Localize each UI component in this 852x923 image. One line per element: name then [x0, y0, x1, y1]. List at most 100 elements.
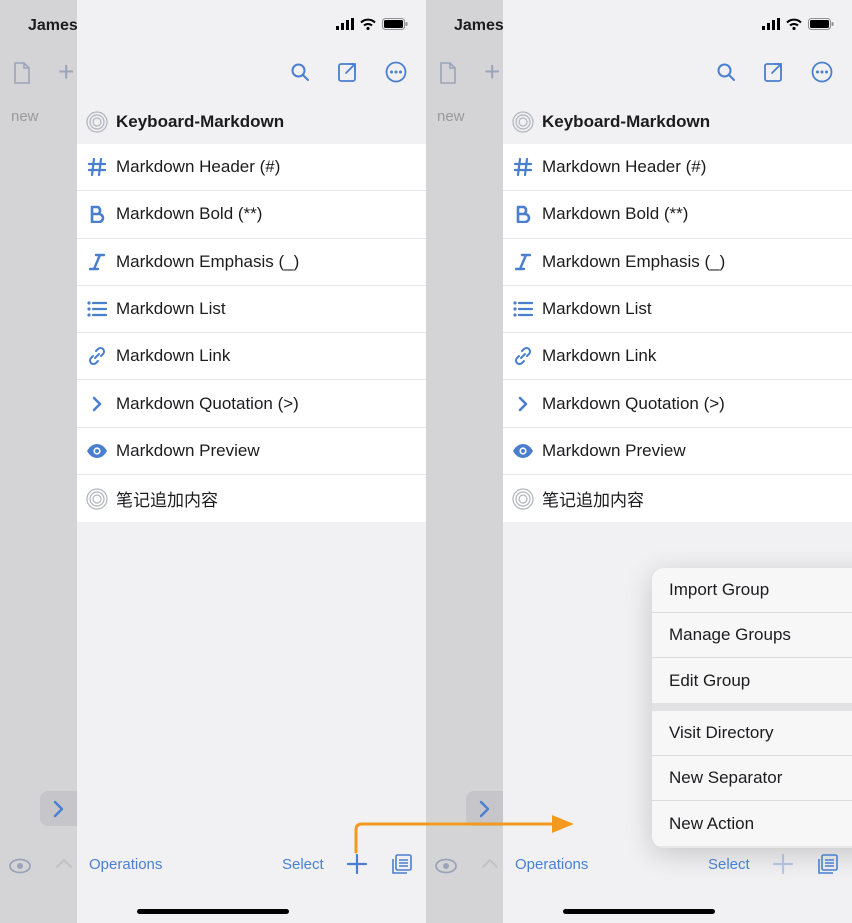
operations-button[interactable]: Operations [89, 856, 162, 873]
search-icon [717, 63, 735, 81]
menu-group-create: Visit Directory New Separator New Action [652, 711, 852, 846]
group-header[interactable]: Keyboard-Markdown [77, 100, 426, 144]
share-button[interactable] [762, 60, 786, 84]
menu-item-import-group[interactable]: Import Group [652, 568, 852, 613]
link-icon [86, 345, 108, 367]
expand-chevron-button[interactable] [466, 791, 503, 826]
action-row-link[interactable]: Markdown Link [503, 333, 852, 381]
action-row-list[interactable]: Markdown List [77, 286, 426, 334]
menu-item-visit-directory[interactable]: Visit Directory [652, 711, 852, 756]
action-row-quotation[interactable]: Markdown Quotation (>) [77, 380, 426, 428]
action-label: Markdown Header (#) [542, 157, 707, 177]
action-row-header[interactable]: Markdown Header (#) [503, 144, 852, 192]
group-title: Keyboard-Markdown [542, 112, 711, 131]
action-row-bold[interactable]: Markdown Bold (**) [77, 191, 426, 239]
caret-up-icon[interactable] [481, 856, 499, 870]
action-list: Markdown Header (#) Markdown Bold (**) M… [77, 144, 426, 523]
action-row-list[interactable]: Markdown List [503, 286, 852, 334]
caret-up-icon[interactable] [55, 856, 73, 870]
menu-item-edit-group[interactable]: Edit Group [652, 658, 852, 703]
action-label: Markdown Quotation (>) [116, 393, 299, 413]
action-row-preview[interactable]: Markdown Preview [77, 428, 426, 476]
list-icon [86, 298, 108, 320]
back-plus-icon[interactable]: + [484, 58, 500, 86]
battery-icon [382, 18, 408, 30]
previous-screen-strip: James + new [0, 0, 78, 923]
italic-icon [86, 251, 108, 273]
home-indicator[interactable] [137, 909, 289, 914]
search-button[interactable] [714, 60, 738, 84]
action-row-append-note[interactable]: 笔记追加内容 [503, 475, 852, 522]
action-row-link[interactable]: Markdown Link [77, 333, 426, 381]
select-button[interactable]: Select [282, 856, 324, 873]
more-button[interactable] [384, 60, 408, 84]
top-toolbar [288, 60, 408, 84]
add-context-menu: Import Group Manage Groups Edit Group Vi… [652, 568, 852, 848]
menu-item-label: Manage Groups [669, 625, 791, 644]
action-label: 笔记追加内容 [542, 491, 644, 511]
list-view-icon[interactable] [392, 854, 412, 874]
chevron-right-icon [86, 393, 108, 415]
document-icon[interactable] [13, 62, 31, 84]
action-label: Markdown Quotation (>) [542, 393, 725, 413]
search-icon [291, 63, 309, 81]
export-icon [338, 63, 356, 82]
document-icon[interactable] [439, 62, 457, 84]
list-view-icon[interactable] [818, 854, 838, 874]
back-new-label: new [437, 108, 465, 125]
action-label: Markdown List [542, 299, 652, 319]
back-new-label: new [11, 108, 39, 125]
menu-item-label: Visit Directory [669, 723, 774, 742]
export-icon [764, 63, 782, 82]
menu-item-label: New Action [669, 813, 755, 833]
menu-item-new-action[interactable]: New Action [652, 801, 852, 846]
bottom-bar: Operations Select [77, 848, 426, 884]
action-label: Markdown Emphasis (_) [116, 251, 300, 271]
more-button[interactable] [810, 60, 834, 84]
status-bar [503, 0, 852, 46]
action-row-quotation[interactable]: Markdown Quotation (>) [503, 380, 852, 428]
target-icon [512, 111, 534, 133]
signal-icon [762, 18, 780, 30]
action-label: Markdown Preview [542, 440, 686, 460]
eye-icon [512, 440, 534, 462]
add-button[interactable] [771, 852, 795, 876]
bold-icon [512, 203, 534, 225]
home-indicator[interactable] [563, 909, 715, 914]
menu-item-manage-groups[interactable]: Manage Groups [652, 613, 852, 658]
action-label: Markdown Bold (**) [542, 204, 689, 224]
action-row-emphasis[interactable]: Markdown Emphasis (_) [77, 239, 426, 286]
action-row-preview[interactable]: Markdown Preview [503, 428, 852, 476]
menu-item-label: Edit Group [669, 670, 751, 690]
action-row-append-note[interactable]: 笔记追加内容 [77, 475, 426, 522]
menu-item-new-separator[interactable]: New Separator [652, 756, 852, 801]
chevron-right-icon [479, 800, 489, 817]
search-button[interactable] [288, 60, 312, 84]
expand-chevron-button[interactable] [40, 791, 77, 826]
back-user-name: James [454, 17, 504, 34]
action-row-header[interactable]: Markdown Header (#) [77, 144, 426, 192]
menu-item-label: Import Group [669, 580, 770, 599]
group-header[interactable]: Keyboard-Markdown [503, 100, 852, 144]
action-row-bold[interactable]: Markdown Bold (**) [503, 191, 852, 239]
hash-icon [86, 156, 108, 178]
more-icon [811, 61, 833, 83]
back-plus-icon[interactable]: + [58, 58, 74, 86]
eye-icon[interactable] [434, 855, 458, 877]
bold-icon [86, 203, 108, 225]
share-button[interactable] [336, 60, 360, 84]
menu-item-label: New Separator [669, 768, 783, 787]
eye-icon[interactable] [8, 855, 32, 877]
group-title: Keyboard-Markdown [116, 112, 285, 131]
action-row-emphasis[interactable]: Markdown Emphasis (_) [503, 239, 852, 286]
select-button[interactable]: Select [708, 856, 750, 873]
operations-button[interactable]: Operations [515, 856, 588, 873]
action-label: Markdown Bold (**) [116, 204, 263, 224]
add-button[interactable] [345, 852, 369, 876]
target-icon [512, 488, 534, 510]
previous-screen-strip: James + new [426, 0, 504, 923]
eye-icon [86, 440, 108, 462]
hash-icon [512, 156, 534, 178]
menu-group-groups: Import Group Manage Groups Edit Group [652, 568, 852, 703]
chevron-right-icon [53, 800, 63, 817]
